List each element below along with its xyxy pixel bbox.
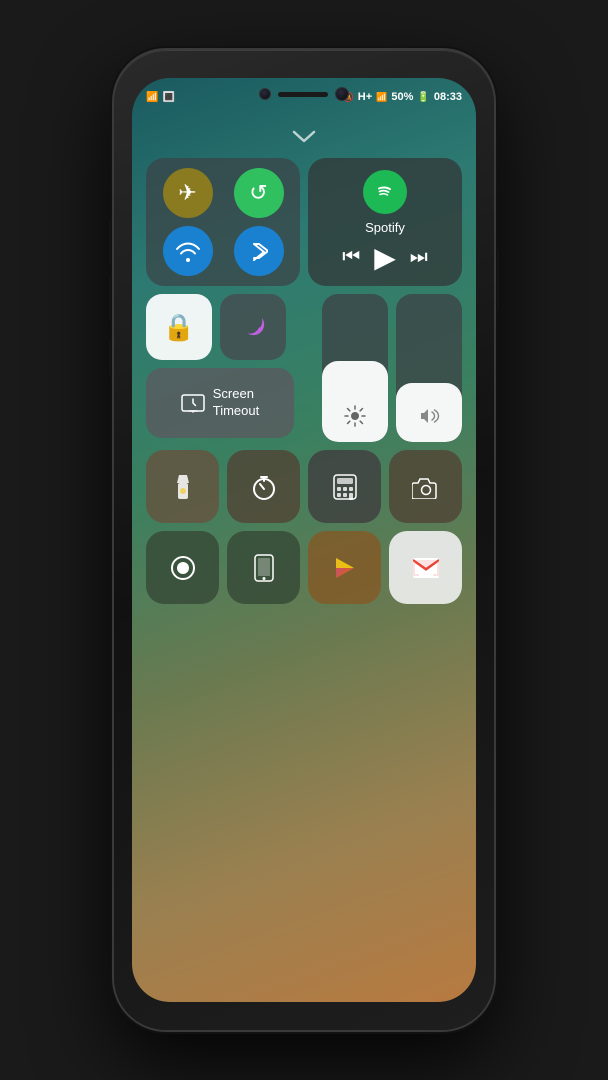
record-icon: [169, 554, 197, 582]
battery-icon: 🔋: [417, 92, 429, 103]
volume-slider[interactable]: [396, 294, 462, 442]
moon-icon: [239, 313, 267, 341]
bottom-row-1: [146, 450, 462, 523]
flashlight-button[interactable]: [146, 450, 219, 523]
timer-icon: [250, 473, 278, 501]
calculator-icon: [332, 473, 358, 501]
gmail-icon: [413, 558, 439, 578]
top-section: ✈ ↺: [146, 158, 462, 286]
screen-timeout-label: Screen Timeout: [213, 386, 259, 420]
spotify-widget[interactable]: Spotify ⏮ ▶ ⏭: [308, 158, 462, 286]
status-left-icons: 📶 🔳: [146, 92, 175, 103]
screen-timeout-text-line1: Screen: [213, 386, 259, 403]
airplane-icon: ✈: [178, 180, 196, 206]
screen-timeout-row: Screen Timeout: [146, 368, 294, 438]
play-pause-button[interactable]: ▶: [374, 241, 396, 274]
spotify-label: Spotify: [365, 220, 405, 235]
chevron-down-icon[interactable]: [292, 128, 316, 149]
play-store-icon: [332, 555, 358, 581]
rotation-lock-button[interactable]: ↺: [234, 168, 284, 218]
control-center-panel: ✈ ↺: [146, 158, 462, 982]
power-button[interactable]: [494, 250, 499, 310]
calculator-button[interactable]: [308, 450, 381, 523]
rotate-icon: ↺: [249, 180, 267, 206]
speaker: [278, 92, 328, 97]
timer-button[interactable]: [227, 450, 300, 523]
battery-percentage: 50%: [391, 91, 413, 103]
slider-section: [322, 294, 462, 442]
front-camera: [336, 88, 348, 100]
bluetooth-icon: [250, 238, 268, 264]
next-track-button[interactable]: ⏭: [410, 246, 428, 269]
spotify-icon: [371, 178, 399, 206]
middle-section: 🔒: [146, 294, 462, 442]
bottom-row-2: [146, 531, 462, 604]
smart-view-button[interactable]: [227, 531, 300, 604]
screen-timeout-icon: [181, 393, 205, 413]
brightness-slider[interactable]: [322, 294, 388, 442]
lock-moon-row: 🔒: [146, 294, 294, 360]
rear-sensor: [260, 89, 270, 99]
bixby-button[interactable]: [109, 340, 113, 375]
screen-timeout-button[interactable]: Screen Timeout: [146, 368, 294, 438]
screen-timeout-text-line2: Timeout: [213, 403, 259, 420]
phone-screen-icon: [253, 554, 275, 582]
phone-frame: 📶 🔳 🔕 H+ 📶 50% 🔋 08:33: [114, 50, 494, 1030]
prev-track-button[interactable]: ⏮: [342, 246, 360, 269]
flashlight-icon: [171, 473, 195, 501]
status-right-icons: 🔕 H+ 📶 50% 🔋 08:33: [343, 91, 462, 103]
top-sensors: [260, 88, 348, 100]
bluetooth-toggle-button[interactable]: [234, 226, 284, 276]
media-controls: ⏮ ▶ ⏭: [342, 241, 428, 274]
volume-icon: [418, 405, 440, 432]
wifi-toggle-button[interactable]: [163, 226, 213, 276]
quick-toggles: ✈ ↺: [146, 158, 300, 286]
camera-button[interactable]: [389, 450, 462, 523]
signal-bars-icon: 📶: [376, 92, 387, 103]
screen-record-button[interactable]: [146, 531, 219, 604]
signal-strength-icon: 📶: [146, 92, 158, 103]
play-store-button[interactable]: [308, 531, 381, 604]
gmail-button[interactable]: [389, 531, 462, 604]
lock-rotation-icon: 🔒: [163, 312, 195, 343]
network-type-icon: H+: [358, 91, 372, 103]
airplane-mode-button[interactable]: ✈: [163, 168, 213, 218]
wifi-status-icon: 🔳: [162, 92, 174, 103]
camera-icon: [412, 475, 440, 499]
clock: 08:33: [434, 91, 462, 103]
wifi-icon: [174, 240, 202, 262]
rotation-lock-widget[interactable]: 🔒: [146, 294, 212, 360]
middle-left: 🔒: [146, 294, 294, 442]
spotify-logo: [363, 170, 407, 214]
do-not-disturb-button[interactable]: [220, 294, 286, 360]
brightness-icon: [344, 405, 366, 432]
screen: 📶 🔳 🔕 H+ 📶 50% 🔋 08:33: [132, 78, 476, 1002]
